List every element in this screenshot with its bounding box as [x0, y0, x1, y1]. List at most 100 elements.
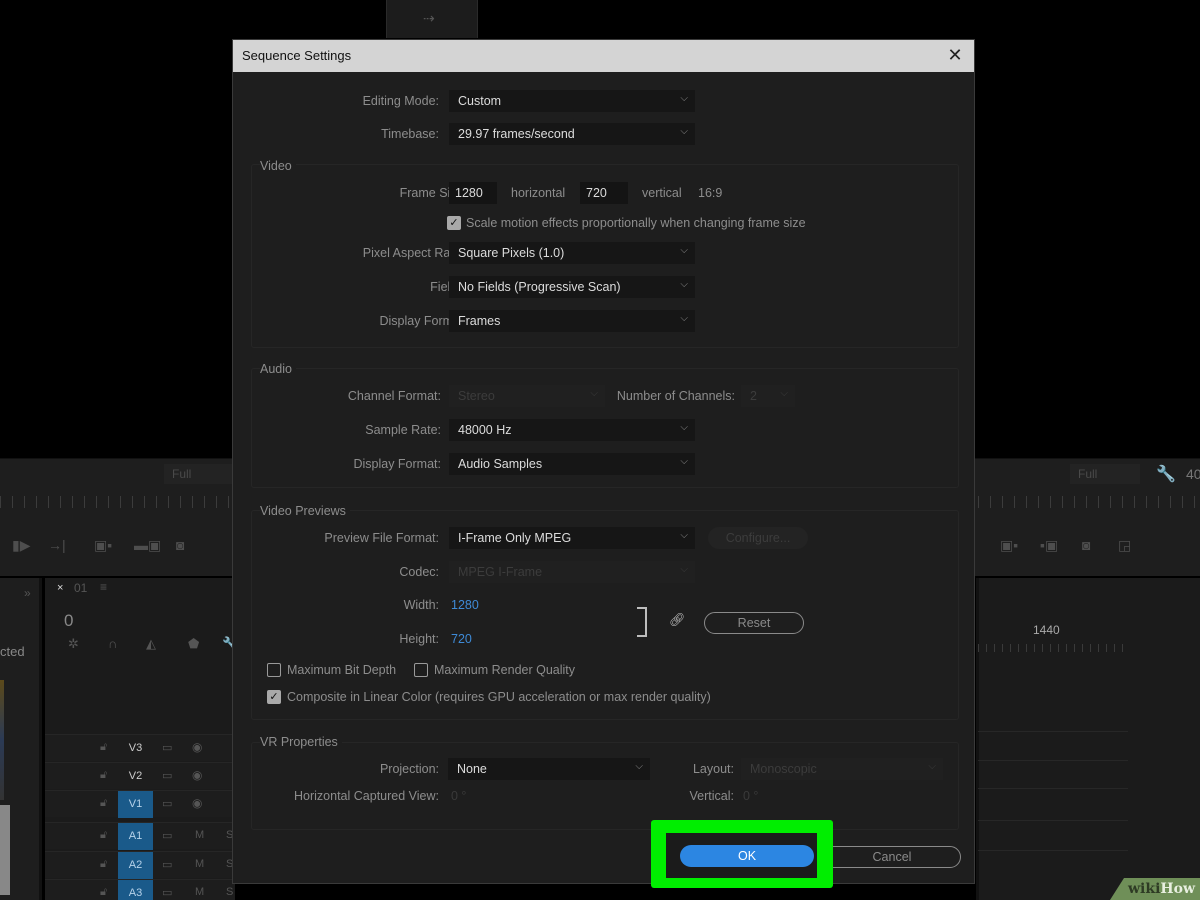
reset-button[interactable]: Reset: [704, 612, 804, 634]
track-target-toggle[interactable]: A3: [118, 880, 153, 900]
sync-lock-icon[interactable]: ▭: [162, 829, 172, 842]
scale-motion-checkbox[interactable]: ✓: [447, 216, 461, 230]
preview-height-value[interactable]: 720: [451, 632, 472, 646]
sync-lock-icon[interactable]: ▭: [162, 886, 172, 899]
program-timecode-partial: 40: [1186, 466, 1200, 482]
horizontal-captured-view-value[interactable]: 0 °: [451, 789, 466, 803]
timebase-select[interactable]: 29.97 frames/second ⌵: [449, 123, 695, 145]
track-lock-icon[interactable]: 🔓︎: [100, 741, 107, 754]
solo-track-button[interactable]: S: [226, 886, 233, 898]
timeline-track-v1[interactable]: 🔓︎ V1 ▭ ◉: [45, 790, 235, 818]
eye-icon[interactable]: ◉: [192, 796, 202, 810]
sync-lock-icon[interactable]: ▭: [162, 769, 172, 782]
track-target-toggle[interactable]: A1: [118, 823, 153, 850]
configure-button[interactable]: Configure...: [708, 527, 808, 549]
timeline-track-v3[interactable]: 🔓︎ V3 ▭ ◉: [45, 734, 235, 761]
channel-format-select[interactable]: Stereo ⌵: [449, 385, 605, 407]
dialog-titlebar[interactable]: Sequence Settings ✕: [233, 40, 974, 72]
wikihow-watermark: wikiHow: [1110, 878, 1200, 900]
composite-linear-checkbox[interactable]: ✓: [267, 690, 281, 704]
video-display-format-select[interactable]: Frames ⌵: [449, 310, 695, 332]
export-frame-tool[interactable]: ⇢: [386, 0, 478, 38]
snap-magnet-icon[interactable]: ∩: [108, 636, 117, 651]
comparison-view-icon[interactable]: ◲: [1118, 537, 1131, 554]
mute-track-button[interactable]: M: [195, 829, 204, 841]
eye-icon[interactable]: ◉: [192, 740, 202, 754]
video-group-title: Video: [260, 159, 296, 173]
extract-icon[interactable]: ▪▣: [1040, 537, 1058, 554]
timeline-track-a2[interactable]: 🔓︎ A2 ▭ M S: [45, 851, 235, 879]
sequence-tab[interactable]: 01: [74, 581, 87, 595]
insert-clip-icon[interactable]: ▣▪: [94, 537, 112, 554]
track-target-toggle[interactable]: A2: [118, 852, 153, 879]
camera-icon[interactable]: ◙: [176, 537, 184, 553]
layout-select[interactable]: Monoscopic ⌵: [741, 758, 943, 780]
preview-file-format-select[interactable]: I-Frame Only MPEG ⌵: [449, 527, 695, 549]
vertical-label: vertical: [642, 186, 682, 200]
chevron-down-icon: ⌵: [680, 530, 688, 541]
fields-select[interactable]: No Fields (Progressive Scan) ⌵: [449, 276, 695, 298]
nest-icon[interactable]: ✲: [68, 636, 79, 652]
source-zoom-select[interactable]: Full: [164, 464, 234, 484]
max-render-quality-checkbox[interactable]: [414, 663, 428, 677]
mute-track-button[interactable]: M: [195, 886, 204, 898]
codec-select[interactable]: MPEG I-Frame ⌵: [449, 561, 695, 583]
sync-lock-icon[interactable]: ▭: [162, 858, 172, 871]
frame-height-input[interactable]: 720: [580, 182, 628, 204]
sync-lock-icon[interactable]: ▭: [162, 741, 172, 754]
panel-overflow-icon[interactable]: »: [24, 586, 31, 600]
clip-thumbnail-2[interactable]: [0, 805, 10, 895]
lift-icon[interactable]: ▣▪: [1000, 537, 1018, 554]
time-ruler[interactable]: [978, 644, 1128, 652]
track-lock-icon[interactable]: 🔓︎: [100, 769, 107, 782]
source-ruler[interactable]: [0, 496, 232, 508]
projection-select[interactable]: None ⌵: [448, 758, 650, 780]
editing-mode-select[interactable]: Custom ⌵: [449, 90, 695, 112]
track-lock-icon[interactable]: 🔓︎: [100, 858, 107, 871]
eye-icon[interactable]: ◉: [192, 768, 202, 782]
link-bracket: [637, 607, 647, 637]
number-of-channels-select[interactable]: 2 ⌵: [741, 385, 795, 407]
overwrite-clip-icon[interactable]: ▬▣: [134, 537, 161, 554]
add-marker-icon[interactable]: ⬟: [188, 636, 199, 652]
close-sequence-icon[interactable]: ×: [57, 582, 63, 594]
wrench-icon[interactable]: 🔧: [1156, 464, 1176, 484]
track-divider: [978, 820, 1128, 821]
max-bit-depth-checkbox[interactable]: [267, 663, 281, 677]
vertical-value[interactable]: 0 °: [743, 789, 758, 803]
timeline-track-a3[interactable]: 🔓︎ A3 ▭ M S: [45, 879, 235, 900]
panel-menu-icon[interactable]: ≡: [100, 580, 107, 594]
close-icon[interactable]: ✕: [944, 44, 966, 66]
track-lock-icon[interactable]: 🔓︎: [100, 886, 107, 899]
track-lock-icon[interactable]: 🔓︎: [100, 829, 107, 842]
timeline-timecode[interactable]: 0: [64, 611, 73, 631]
clip-thumbnail[interactable]: [0, 680, 4, 800]
track-target-toggle[interactable]: V1: [118, 791, 153, 818]
scale-motion-label: Scale motion effects proportionally when…: [466, 216, 806, 230]
step-forward-icon[interactable]: ▮▶: [12, 537, 30, 554]
camera-icon-right[interactable]: ◙: [1082, 537, 1090, 553]
timeline-track-v2[interactable]: 🔓︎ V2 ▭ ◉: [45, 762, 235, 789]
go-to-out-icon[interactable]: →|: [48, 537, 66, 553]
timeline-track-a1[interactable]: 🔓︎ A1 ▭ M S: [45, 822, 235, 850]
cancel-button[interactable]: Cancel: [823, 846, 961, 868]
preview-width-value[interactable]: 1280: [451, 598, 479, 612]
program-ruler[interactable]: [978, 496, 1200, 508]
program-zoom-select[interactable]: Full: [1070, 464, 1140, 484]
track-lock-icon[interactable]: 🔓︎: [100, 797, 107, 810]
sync-lock-icon[interactable]: ▭: [162, 797, 172, 810]
linked-selection-icon[interactable]: ◭: [146, 636, 156, 652]
audio-display-format-label: Display Format:: [353, 457, 441, 471]
track-divider: [978, 731, 1128, 732]
chevron-down-icon: ⌵: [635, 761, 643, 772]
frame-width-input[interactable]: 1280: [449, 182, 497, 204]
audio-display-format-select[interactable]: Audio Samples ⌵: [449, 453, 695, 475]
track-target-toggle[interactable]: V3: [118, 735, 153, 762]
mute-track-button[interactable]: M: [195, 858, 204, 870]
sample-rate-select[interactable]: 48000 Hz ⌵: [449, 419, 695, 441]
track-target-toggle[interactable]: V2: [118, 763, 153, 790]
pixel-aspect-ratio-select[interactable]: Square Pixels (1.0) ⌵: [449, 242, 695, 264]
ok-button[interactable]: OK: [680, 845, 814, 867]
chevron-down-icon: ⌵: [680, 126, 688, 137]
link-icon[interactable]: 🔗︎: [669, 612, 686, 628]
